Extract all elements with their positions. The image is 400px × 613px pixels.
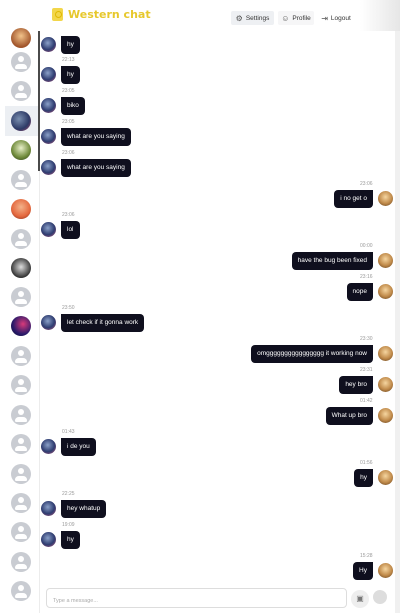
contact-avatar[interactable] <box>11 229 31 249</box>
contact-avatar[interactable] <box>11 522 31 542</box>
logout-icon: ⇥ <box>321 13 328 23</box>
message-avatar[interactable] <box>378 377 393 392</box>
message-timestamp: 22:13 <box>62 57 75 63</box>
contact-avatar[interactable] <box>11 346 31 366</box>
message-timestamp: 23:50 <box>62 305 75 311</box>
contact-avatar[interactable] <box>11 434 31 454</box>
message-avatar[interactable] <box>378 191 393 206</box>
message-timestamp: 23:06 <box>360 181 373 187</box>
contact-avatar[interactable] <box>11 170 31 190</box>
message-bubble: hey bro <box>339 376 373 394</box>
contact-avatar[interactable] <box>11 464 31 484</box>
message-avatar[interactable] <box>41 501 56 516</box>
message-avatar[interactable] <box>378 408 393 423</box>
message-bubble: what are you saying <box>61 159 131 177</box>
contact-avatar[interactable] <box>11 581 31 601</box>
message-bubble: what are you saying <box>61 128 131 146</box>
contact-avatar[interactable] <box>11 405 31 425</box>
image-icon[interactable]: ▣ <box>351 590 369 608</box>
message-avatar[interactable] <box>378 284 393 299</box>
message-avatar[interactable] <box>41 315 56 330</box>
contact-avatar[interactable] <box>11 81 31 101</box>
header: Western chat ⚙ Settings ☺ Profile ⇥ Logo… <box>0 0 400 31</box>
app-window: Western chat ⚙ Settings ☺ Profile ⇥ Logo… <box>0 0 400 613</box>
message-bubble: omgggggggggggggggg it working now <box>251 345 373 363</box>
message-timestamp: 23:05 <box>62 88 75 94</box>
chat-logo-icon <box>52 8 63 21</box>
gear-icon: ⚙ <box>235 13 243 23</box>
message-avatar[interactable] <box>41 98 56 113</box>
logout-label: Logout <box>330 14 351 22</box>
contact-avatar[interactable] <box>11 287 31 307</box>
message-bubble: i de you <box>61 438 96 456</box>
header-edge <box>360 0 400 31</box>
message-timestamp: 22:25 <box>62 491 75 497</box>
contact-avatar[interactable] <box>11 140 31 160</box>
contact-avatar[interactable] <box>11 316 31 336</box>
contact-avatar[interactable] <box>11 111 31 131</box>
contact-avatar[interactable] <box>11 493 31 513</box>
brand[interactable]: Western chat <box>52 8 151 21</box>
message-bubble: hy <box>61 36 80 54</box>
contact-avatar[interactable] <box>11 199 31 219</box>
message-avatar[interactable] <box>378 563 393 578</box>
message-timestamp: 01:42 <box>360 398 373 404</box>
message-timestamp: 01:43 <box>62 429 75 435</box>
message-avatar[interactable] <box>41 67 56 82</box>
contact-avatar[interactable] <box>11 52 31 72</box>
message-avatar[interactable] <box>41 439 56 454</box>
message-timestamp: 19:09 <box>62 522 75 528</box>
message-timestamp: 01:56 <box>360 460 373 466</box>
message-bubble: biko <box>61 97 85 115</box>
message-timestamp: 00:00 <box>360 243 373 249</box>
message-composer[interactable] <box>46 588 347 610</box>
message-timestamp: 23:31 <box>360 367 373 373</box>
message-timestamp: 23:06 <box>62 150 75 156</box>
message-bubble: Hy <box>353 562 373 580</box>
app-title: Western chat <box>68 8 151 21</box>
message-avatar[interactable] <box>41 37 56 52</box>
send-icon[interactable] <box>373 590 387 604</box>
message-bubble: lol <box>61 221 80 239</box>
settings-label: Settings <box>245 14 270 22</box>
message-avatar[interactable] <box>378 470 393 485</box>
message-timestamp: 15:28 <box>360 553 373 559</box>
message-timestamp: 23:30 <box>360 336 373 342</box>
user-icon: ☺ <box>281 13 290 23</box>
message-bubble: have the bug been fixed <box>291 252 373 270</box>
message-avatar[interactable] <box>41 532 56 547</box>
message-bubble: nope <box>346 283 373 301</box>
message-avatar[interactable] <box>41 129 56 144</box>
message-timestamp: 23:16 <box>360 274 373 280</box>
message-bubble: hy <box>61 531 80 549</box>
contact-avatar[interactable] <box>11 258 31 278</box>
message-bubble: hy <box>61 66 80 84</box>
message-timestamp: 23:06 <box>62 212 75 218</box>
profile-label: Profile <box>292 14 311 22</box>
contact-avatar[interactable] <box>11 28 31 48</box>
contact-avatar[interactable] <box>11 375 31 395</box>
message-avatar[interactable] <box>41 160 56 175</box>
settings-button[interactable]: ⚙ Settings <box>231 11 274 25</box>
message-avatar[interactable] <box>378 253 393 268</box>
message-avatar[interactable] <box>378 346 393 361</box>
contact-avatar[interactable] <box>11 552 31 572</box>
message-bubble: hey whatup <box>61 500 107 518</box>
message-timestamp: 23:05 <box>62 119 75 125</box>
message-input[interactable] <box>47 592 346 610</box>
logout-button[interactable]: ⇥ Logout <box>318 11 354 25</box>
profile-button[interactable]: ☺ Profile <box>278 11 314 25</box>
contacts-sidebar[interactable] <box>0 28 40 613</box>
chat-scrollbar[interactable] <box>395 31 400 613</box>
message-bubble: let check if it gonna work <box>61 314 145 332</box>
message-bubble: hy <box>354 469 373 487</box>
message-avatar[interactable] <box>41 222 56 237</box>
message-bubble: i no get o <box>334 190 373 208</box>
message-bubble: What up bro <box>325 407 373 425</box>
